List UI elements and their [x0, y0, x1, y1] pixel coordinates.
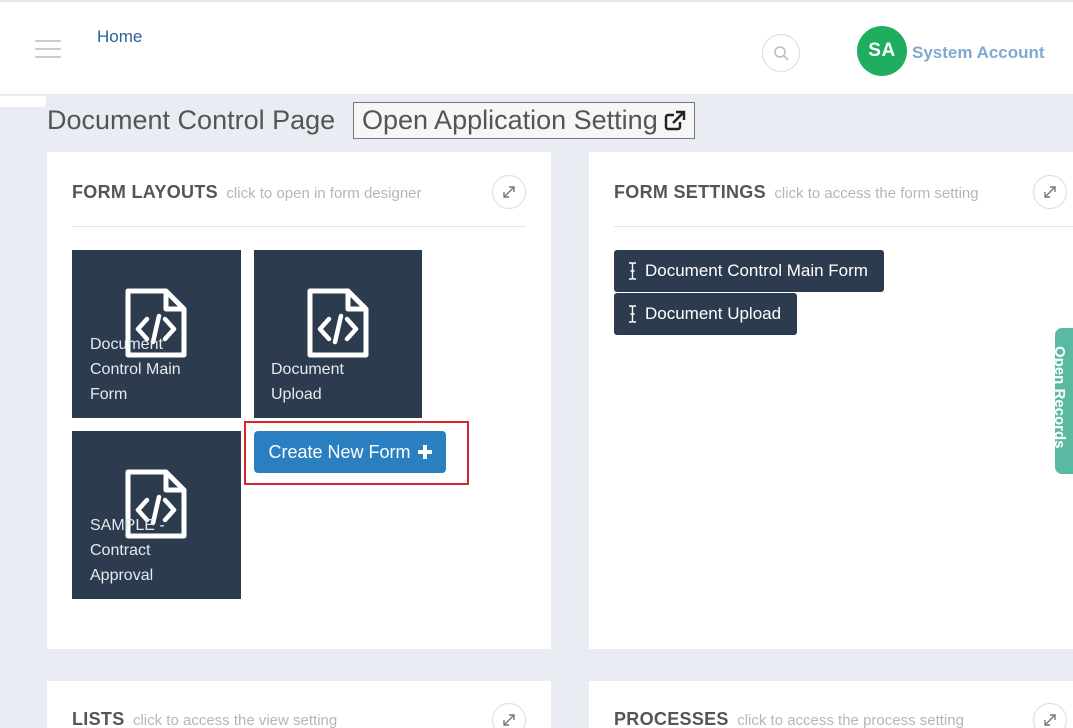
lists-panel: LISTS click to access the view setting — [47, 681, 551, 728]
side-tab-label: Open Records — [1055, 346, 1068, 449]
lists-subtitle: click to access the view setting — [132, 712, 338, 728]
processes-header: PROCESSES click to access the process se… — [614, 709, 1073, 728]
page-title: Document Control Page — [47, 105, 336, 135]
form-settings-subtitle: click to access the form setting — [774, 185, 979, 202]
search-button[interactable] — [762, 34, 800, 72]
processes-title: PROCESSES — [614, 709, 729, 728]
form-settings-title: FORM SETTINGS — [614, 182, 766, 202]
code-file-icon — [307, 288, 369, 358]
form-settings-header: FORM SETTINGS click to access the form s… — [614, 182, 1073, 227]
expand-icon — [503, 714, 515, 726]
create-button-highlight — [244, 421, 469, 485]
header-tab-stub — [0, 96, 46, 107]
open-application-setting-button[interactable]: Open Application Setting — [353, 102, 695, 139]
form-tile-label: Document Control Main Form — [90, 336, 181, 403]
form-tile-document-upload[interactable]: Document Upload — [254, 250, 422, 418]
search-icon — [774, 46, 789, 61]
expand-icon — [1044, 714, 1056, 726]
form-layouts-header: FORM LAYOUTS click to open in form desig… — [72, 182, 526, 227]
form-tile-document-control-main-form[interactable]: Document Control Main Form — [72, 250, 241, 418]
lists-header: LISTS click to access the view setting — [72, 709, 526, 728]
text-cursor-icon — [629, 262, 636, 280]
processes-expand-button[interactable] — [1033, 703, 1067, 728]
form-setting-label: Document Upload — [645, 304, 782, 323]
form-settings-expand-button[interactable] — [1033, 175, 1067, 209]
home-link[interactable]: Home — [97, 27, 142, 47]
form-setting-label: Document Control Main Form — [645, 261, 868, 280]
form-tile-sample-contract-approval[interactable]: SAMPLE - Contract Approval — [72, 431, 241, 599]
avatar[interactable]: SA — [857, 26, 907, 76]
account-name[interactable]: System Account — [912, 43, 1045, 63]
processes-subtitle: click to access the process setting — [737, 712, 964, 728]
lists-title: LISTS — [72, 709, 125, 728]
form-setting-document-control-main-form[interactable]: Document Control Main Form — [614, 250, 884, 292]
form-layouts-expand-button[interactable] — [492, 175, 526, 209]
external-link-icon — [664, 110, 685, 130]
lists-expand-button[interactable] — [492, 703, 526, 728]
expand-icon — [1044, 186, 1056, 198]
open-setting-label: Open Application Setting — [362, 105, 658, 135]
expand-icon — [503, 186, 515, 198]
form-tile-label: Document Upload — [271, 361, 344, 403]
open-records-side-tab[interactable]: Open Records — [1055, 328, 1073, 474]
text-cursor-icon — [629, 305, 636, 323]
form-layouts-subtitle: click to open in form designer — [226, 185, 422, 202]
form-settings-panel: FORM SETTINGS click to access the form s… — [589, 152, 1073, 649]
hamburger-menu-icon[interactable] — [35, 40, 61, 60]
form-layouts-title: FORM LAYOUTS — [72, 182, 218, 202]
form-tile-label: SAMPLE - Contract Approval — [90, 517, 165, 584]
processes-panel: PROCESSES click to access the process se… — [589, 681, 1073, 728]
top-header: Home SA System Account — [0, 0, 1073, 95]
form-setting-document-upload[interactable]: Document Upload — [614, 293, 798, 335]
